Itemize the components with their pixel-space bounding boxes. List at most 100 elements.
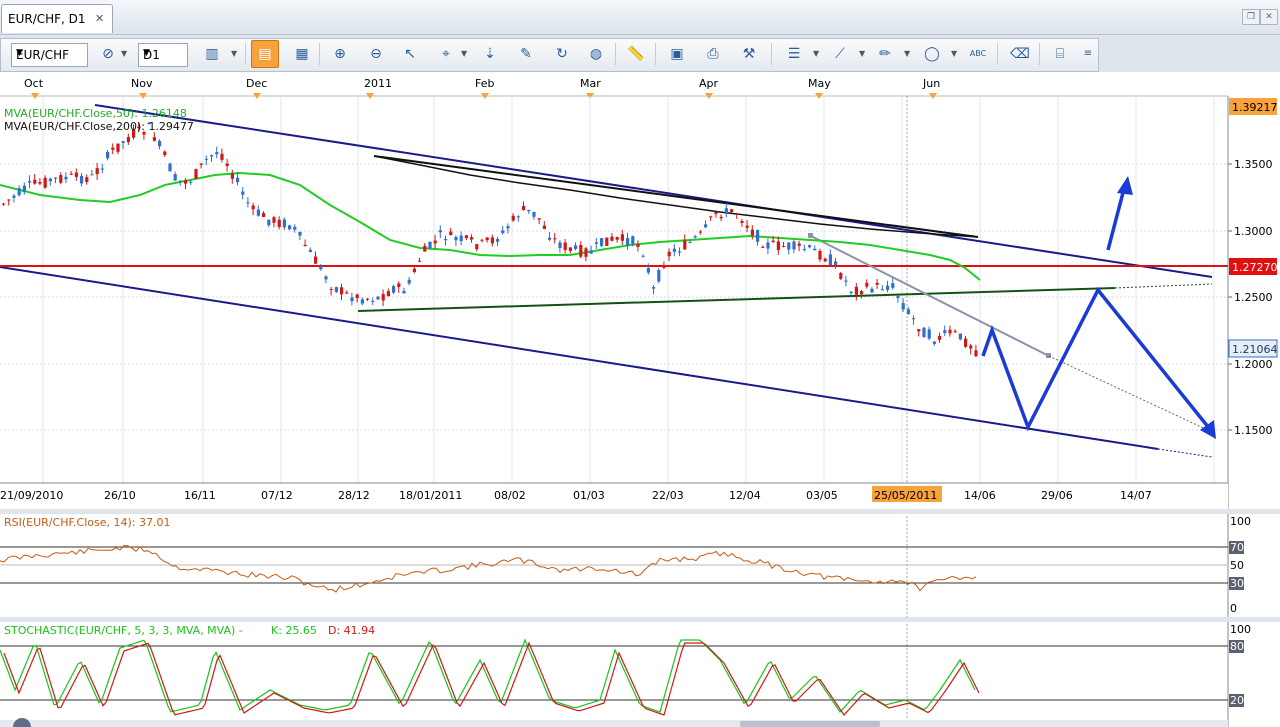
stoch-k-value: K: 25.65 bbox=[271, 624, 317, 637]
candle-body bbox=[813, 248, 817, 251]
chevron-down-icon[interactable]: ▼ bbox=[951, 49, 957, 58]
close-window-icon[interactable]: ✕ bbox=[1260, 9, 1278, 25]
save-image-icon[interactable]: ▣ bbox=[666, 43, 688, 65]
candle-body bbox=[173, 174, 177, 181]
panel-separator[interactable] bbox=[0, 617, 1280, 622]
candle-body bbox=[95, 168, 99, 175]
date-label: 28/12 bbox=[338, 489, 370, 502]
candle-body bbox=[740, 221, 744, 223]
restore-window-icon[interactable]: ❐ bbox=[1242, 9, 1260, 25]
candle-body bbox=[901, 303, 905, 310]
candle-body bbox=[371, 300, 375, 302]
candle-body bbox=[584, 248, 588, 257]
candle-body bbox=[870, 288, 874, 293]
candle-body bbox=[516, 216, 520, 218]
chevron-down-icon[interactable]: ▼ bbox=[461, 49, 467, 58]
chevron-down-icon[interactable]: ▼ bbox=[121, 49, 127, 58]
candle-body bbox=[537, 218, 541, 220]
candle-body bbox=[818, 250, 822, 260]
indicators-icon[interactable]: ▦ bbox=[291, 43, 313, 65]
panel-separator[interactable] bbox=[0, 509, 1280, 514]
candle-body bbox=[210, 155, 214, 157]
stoch-axis-label: 20 bbox=[1230, 694, 1244, 707]
candle-body bbox=[459, 235, 463, 242]
candle-body bbox=[85, 177, 89, 183]
pointer-icon[interactable]: ↖ bbox=[399, 43, 421, 65]
candle-body bbox=[126, 137, 130, 143]
candle-body bbox=[251, 205, 255, 210]
candle-body bbox=[558, 242, 562, 248]
ruler-icon[interactable]: 📏 bbox=[625, 43, 647, 65]
zoom-in-icon[interactable]: ⊕ bbox=[329, 43, 351, 65]
candle-body bbox=[288, 225, 292, 230]
print-icon[interactable]: ⎙ bbox=[702, 43, 724, 65]
candle-body bbox=[802, 249, 806, 251]
candle-body bbox=[444, 239, 448, 241]
chevron-down-icon[interactable]: ▼ bbox=[231, 49, 237, 58]
trendline-handle[interactable] bbox=[808, 233, 813, 238]
remove-symbol-icon[interactable]: ⊘ bbox=[97, 43, 119, 65]
candle-body bbox=[912, 318, 916, 320]
candle-body bbox=[366, 298, 370, 300]
candle-body bbox=[308, 249, 312, 253]
date-label: 03/05 bbox=[806, 489, 838, 502]
candle-body bbox=[184, 180, 188, 184]
timeframe-select[interactable]: D1 ▼ bbox=[138, 43, 188, 67]
symbol-select[interactable]: EUR/CHF ▼ bbox=[11, 43, 88, 67]
refresh-icon[interactable]: ↻ bbox=[551, 43, 573, 65]
chart-svg[interactable]: Oct Nov Dec 2011 Feb Mar Apr May Jun MVA… bbox=[0, 72, 1280, 727]
candle-body bbox=[74, 172, 78, 177]
candle-body bbox=[532, 211, 536, 217]
objects-list-icon[interactable]: ☰ bbox=[783, 43, 805, 65]
chevron-down-icon: ▼ bbox=[143, 48, 150, 58]
properties-icon[interactable]: ✎ bbox=[515, 43, 537, 65]
horizontal-scrollbar[interactable] bbox=[0, 720, 1228, 727]
period-separator-icon[interactable]: ⇣ bbox=[479, 43, 501, 65]
candle-body bbox=[381, 293, 385, 301]
last-price-label: 1.21064 bbox=[1232, 343, 1278, 356]
chart-type-icon[interactable]: ▥ bbox=[201, 43, 223, 65]
candle-body bbox=[698, 231, 702, 233]
ma200-legend: MVA(EUR/CHF.Close,200): 1.29477 bbox=[4, 120, 194, 133]
candle-body bbox=[2, 203, 6, 205]
text-tool-icon[interactable]: ABC bbox=[967, 43, 989, 65]
ellipse-tool-icon[interactable]: ◯ bbox=[921, 43, 943, 65]
toolbar-options-icon[interactable]: ≡ bbox=[1077, 43, 1099, 65]
date-label: 01/03 bbox=[573, 489, 605, 502]
trendline-tool-icon[interactable]: ⟋ bbox=[829, 43, 851, 65]
candle-body bbox=[397, 283, 401, 288]
zoom-out-icon[interactable]: ⊖ bbox=[365, 43, 387, 65]
candle-body bbox=[402, 290, 406, 294]
chevron-down-icon[interactable]: ▼ bbox=[813, 49, 819, 58]
candle-body bbox=[392, 286, 396, 293]
pen-tool-icon[interactable]: ✏ bbox=[874, 43, 896, 65]
chevron-down-icon[interactable]: ▼ bbox=[859, 49, 865, 58]
candle-body bbox=[267, 219, 271, 226]
templates-icon[interactable]: ⌸ bbox=[1049, 43, 1071, 65]
candle-body bbox=[106, 151, 110, 159]
date-label: 07/12 bbox=[261, 489, 293, 502]
rsi-axis-label: 50 bbox=[1230, 559, 1244, 572]
trendline-handle[interactable] bbox=[1046, 353, 1051, 358]
candle-body bbox=[797, 243, 801, 246]
candle-body bbox=[631, 236, 635, 245]
close-tab-icon[interactable]: ✕ bbox=[95, 12, 104, 25]
candle-body bbox=[927, 329, 931, 339]
candle-body bbox=[215, 152, 219, 155]
candle-body bbox=[922, 327, 926, 338]
date-label: 25/05/2011 bbox=[874, 489, 937, 502]
crosshair-icon[interactable]: ⌖ bbox=[435, 43, 457, 65]
candle-body bbox=[345, 292, 349, 294]
chevron-down-icon[interactable]: ▼ bbox=[904, 49, 910, 58]
candle-body bbox=[594, 242, 598, 244]
globe-icon[interactable]: ◍ bbox=[585, 43, 607, 65]
chevron-down-icon: ▼ bbox=[16, 48, 23, 58]
candle-body bbox=[43, 177, 47, 188]
eraser-icon[interactable]: ⌫ bbox=[1009, 43, 1031, 65]
candlestick-view-icon[interactable]: ▤ bbox=[251, 40, 279, 68]
tools-icon[interactable]: ⚒ bbox=[738, 43, 760, 65]
scrollbar-thumb[interactable] bbox=[740, 721, 880, 727]
candle-body bbox=[407, 279, 411, 284]
candle-body bbox=[938, 335, 942, 340]
chart-tab[interactable]: EUR/CHF, D1 ✕ bbox=[1, 4, 113, 33]
